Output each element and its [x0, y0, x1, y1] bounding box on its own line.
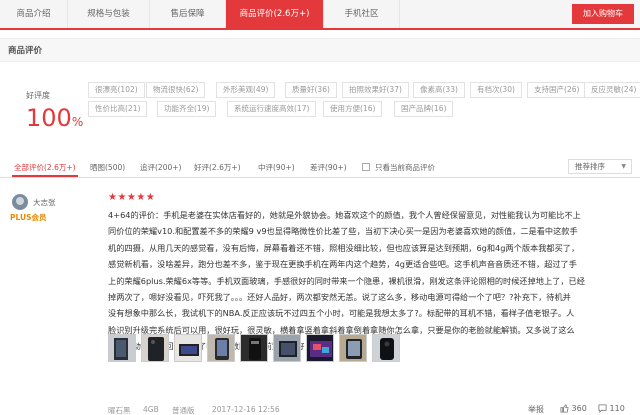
review-line: 机的四摄，从用几天的感觉看，没有后悔，屏幕看着还不错，照相没细比较，但也应该算是…	[108, 242, 580, 253]
tag-item[interactable]: 很漂亮(102)	[88, 82, 145, 98]
chevron-down-icon: ▼	[621, 163, 626, 170]
review-photo-thumb[interactable]	[240, 334, 268, 362]
photo-phone-hand	[208, 335, 234, 361]
only-current-checkbox[interactable]	[362, 163, 370, 171]
rate-label: 好评度	[26, 91, 50, 100]
filter-positive[interactable]: 好评(2.6万+)	[194, 162, 241, 173]
tag-item[interactable]: 像素高(33)	[413, 82, 465, 98]
review-line: 感觉新机看，没啥差异，跑分也差不多，鉴于现在更换手机在两年内这个趋势，4g更适合…	[108, 259, 577, 270]
report-link[interactable]: 举报	[528, 404, 544, 415]
thumbs-up-icon	[560, 404, 569, 413]
tab-specs[interactable]: 规格与包装	[68, 0, 150, 28]
review-photo-thumb[interactable]	[207, 334, 235, 362]
filter-all[interactable]: 全部评价(2.6万+)	[14, 162, 76, 173]
photo-phone-dark	[241, 335, 267, 361]
review-meta-date: 2017-12-16 12:56	[212, 405, 280, 414]
photo-phone-back	[142, 335, 168, 361]
tab-community[interactable]: 手机社区	[324, 0, 400, 28]
product-tabbar: 商品介绍 规格与包装 售后保障 商品评价(2.6万+) 手机社区 加入购物车	[0, 0, 640, 30]
sort-select[interactable]: 推荐排序 ▼	[568, 159, 632, 174]
review-photo-thumb[interactable]	[108, 334, 136, 362]
comment-count: 110	[609, 404, 625, 413]
review-text: 4+64的评价：手机是老婆在实体店看好的，她就是外貌协会。她喜欢这个的颜值，我个…	[108, 207, 632, 355]
photo-phone-screen	[175, 335, 201, 361]
like-button[interactable]: 360	[560, 404, 587, 413]
filter-active-underline	[12, 175, 78, 177]
tag-item[interactable]: 有档次(30)	[470, 82, 522, 98]
tag-item[interactable]: 系统运行速度高效(17)	[227, 101, 317, 117]
tag-item[interactable]: 支持国产(26)	[527, 82, 587, 98]
section-title: 商品评价	[0, 38, 640, 62]
tag-item[interactable]: 外形美观(49)	[216, 82, 276, 98]
review-line: 上的荣耀6plus.荣耀6x等等。手机双面玻璃，手感很好的同时带来一个隐患，裸机…	[108, 275, 585, 286]
filter-negative[interactable]: 差评(90+)	[310, 162, 347, 173]
tag-item[interactable]: 国产品牌(16)	[394, 101, 454, 117]
rate-unit: %	[71, 115, 84, 129]
tag-item[interactable]: 质量好(36)	[285, 82, 337, 98]
tag-item[interactable]: 性价比高(21)	[88, 101, 148, 117]
review-line: 同价位的荣耀v10.和配置差不多的荣耀9 v9也显得略微性价比差了些，当初下决心…	[108, 226, 578, 237]
comment-button[interactable]: 110	[598, 404, 625, 413]
review-photo-thumb[interactable]	[273, 334, 301, 362]
review-photo-thumb[interactable]	[141, 334, 169, 362]
review-line: 没有想象中那么长，我试机下的NBA.反正应该玩不过四五个小时，可能是我想太多了?…	[108, 308, 575, 319]
tag-item[interactable]: 使用方便(16)	[323, 101, 383, 117]
tag-item[interactable]: 物流很快(62)	[146, 82, 206, 98]
tab-after-sales[interactable]: 售后保障	[150, 0, 226, 28]
rate-number: 100	[26, 104, 72, 132]
tab-product-intro[interactable]: 商品介绍	[0, 0, 68, 28]
review-meta-ram: 4GB	[143, 405, 159, 414]
review-photo-thumb[interactable]	[174, 334, 202, 362]
plus-member-badge: PLUS会员	[10, 213, 47, 222]
only-current-label[interactable]: 只看当前商品评价	[375, 162, 435, 173]
tab-reviews[interactable]: 商品评价(2.6万+)	[226, 0, 324, 28]
filter-follow-up[interactable]: 追评(200+)	[140, 162, 181, 173]
photo-phone-box	[109, 335, 135, 361]
review-meta-color: 曜石黑	[108, 406, 131, 415]
photo-colorful-screen	[307, 335, 333, 361]
sort-select-value: 推荐排序	[575, 162, 605, 171]
review-meta-edition: 普通版	[172, 406, 195, 415]
tag-item[interactable]: 功能齐全(19)	[157, 101, 217, 117]
star-rating: ★★★★★	[108, 192, 156, 203]
add-to-cart-button[interactable]: 加入购物车	[572, 4, 634, 24]
review-line: 4+64的评价：手机是老婆在实体店看好的，她就是外貌协会。她喜欢这个的颜值，我个…	[108, 210, 581, 220]
rate-value: 100%	[26, 104, 83, 132]
photo-phone-case	[373, 335, 399, 361]
photo-phone-side	[274, 335, 300, 361]
tag-item[interactable]: 拍照效果好(37)	[342, 82, 409, 98]
like-count: 360	[571, 404, 587, 413]
photo-phone-desk	[340, 335, 366, 361]
reviewer-name[interactable]: 大志张	[33, 197, 56, 208]
review-photo-thumb[interactable]	[372, 334, 400, 362]
tag-item[interactable]: 反应灵敏(24)	[584, 82, 640, 98]
review-photo-thumb[interactable]	[306, 334, 334, 362]
review-filter-bar: 全部评价(2.6万+) 晒图(500) 追评(200+) 好评(2.6万+) 中…	[0, 156, 640, 178]
review-line: 掉两次了，嗯好没看见，吓死我了。。。还好人品好，两次都安然无恙。说了这么多，移动…	[108, 292, 571, 303]
avatar[interactable]	[12, 194, 28, 210]
comment-icon	[598, 404, 607, 413]
filter-neutral[interactable]: 中评(90+)	[258, 162, 295, 173]
review-photo-thumb[interactable]	[339, 334, 367, 362]
filter-with-photos[interactable]: 晒图(500)	[90, 162, 125, 173]
